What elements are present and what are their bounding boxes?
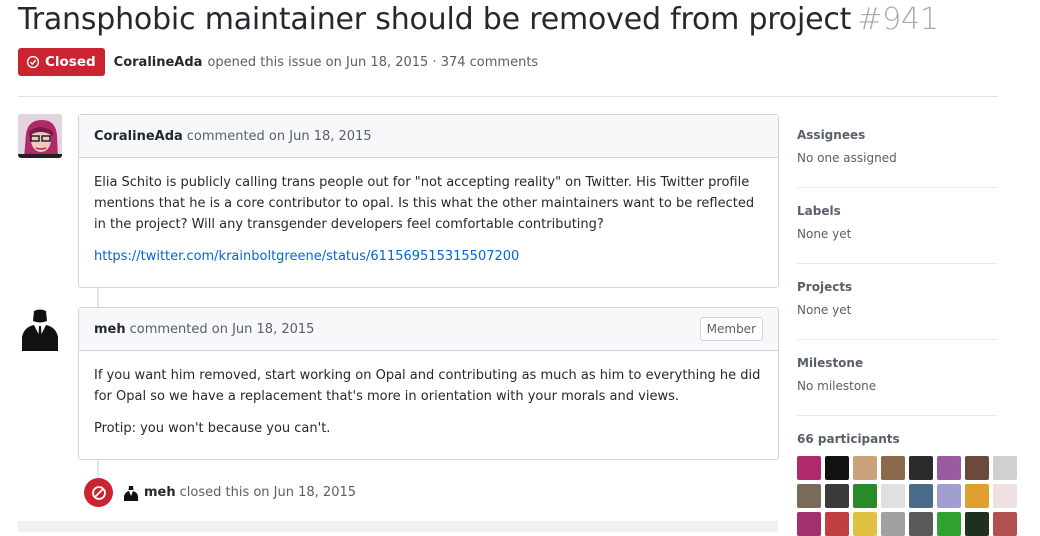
- participant-avatar[interactable]: [825, 484, 849, 508]
- sidebar-assignees[interactable]: Assignees No one assigned: [797, 128, 998, 188]
- participant-avatars: [797, 456, 1017, 536]
- participant-avatar[interactable]: [853, 456, 877, 480]
- issue-sidebar: Assignees No one assigned Labels None ye…: [797, 128, 1017, 536]
- participant-avatar[interactable]: [881, 512, 905, 536]
- comment-paragraph: Protip: you won't because you can't.: [94, 421, 331, 436]
- issue-author-link[interactable]: CoralineAda: [114, 55, 203, 70]
- participant-avatar[interactable]: [825, 512, 849, 536]
- issue-title-text: Transphobic maintainer should be removed…: [18, 2, 852, 37]
- comment-2: meh commented on Jun 18, 2015 Member If …: [78, 307, 779, 460]
- comment-body: If you want him removed, start working o…: [79, 351, 778, 460]
- closed-event: meh closed this on Jun 18, 2015: [84, 478, 356, 507]
- comment-author-link[interactable]: meh: [94, 322, 126, 337]
- participant-avatar[interactable]: [965, 512, 989, 536]
- sidebar-milestone-value: No milestone: [797, 379, 877, 393]
- comment-timestamp[interactable]: commented on Jun 18, 2015: [187, 129, 372, 144]
- sidebar-participants-title: 66 participants: [797, 432, 900, 446]
- sidebar-projects-title: Projects: [797, 280, 853, 294]
- sidebar-projects-value: None yet: [797, 303, 852, 317]
- header-divider: [18, 96, 998, 97]
- timeline-connector: [97, 288, 99, 307]
- avatar-meh[interactable]: [18, 307, 62, 351]
- state-badge: Closed: [18, 48, 105, 76]
- timeline-footer-bar: [18, 521, 778, 532]
- timeline-connector: [97, 459, 99, 479]
- issue-title: Transphobic maintainer should be removed…: [18, 2, 939, 37]
- participant-avatar[interactable]: [825, 456, 849, 480]
- participant-avatar[interactable]: [937, 512, 961, 536]
- event-actor-link[interactable]: meh: [144, 485, 176, 500]
- sidebar-milestone[interactable]: Milestone No milestone: [797, 356, 998, 416]
- participant-avatar[interactable]: [993, 484, 1017, 508]
- participant-avatar[interactable]: [909, 512, 933, 536]
- comment-header: meh commented on Jun 18, 2015 Member: [79, 308, 778, 351]
- participant-avatar[interactable]: [965, 484, 989, 508]
- participant-avatar[interactable]: [797, 484, 821, 508]
- comment-header: CoralineAda commented on Jun 18, 2015: [79, 115, 778, 158]
- closed-event-badge: [84, 478, 113, 507]
- comment-body: Elia Schito is publicly calling trans pe…: [79, 158, 778, 288]
- issue-meta: Closed CoralineAda opened this issue on …: [18, 48, 538, 76]
- comment-paragraph: If you want him removed, start working o…: [94, 368, 761, 404]
- sidebar-labels[interactable]: Labels None yet: [797, 204, 998, 264]
- participant-avatar[interactable]: [853, 512, 877, 536]
- participant-avatar[interactable]: [993, 456, 1017, 480]
- participant-avatar[interactable]: [909, 484, 933, 508]
- participant-avatar[interactable]: [853, 484, 877, 508]
- comment-timestamp[interactable]: commented on Jun 18, 2015: [130, 322, 315, 337]
- sidebar-labels-value: None yet: [797, 227, 852, 241]
- sidebar-labels-title: Labels: [797, 204, 841, 218]
- participant-avatar[interactable]: [937, 456, 961, 480]
- issue-meta-text: opened this issue on Jun 18, 2015 · 374 …: [207, 54, 539, 70]
- closed-issue-icon: [26, 55, 40, 69]
- participant-avatar[interactable]: [881, 456, 905, 480]
- participant-avatar[interactable]: [965, 456, 989, 480]
- comment-1: CoralineAda commented on Jun 18, 2015 El…: [78, 114, 779, 288]
- avatar-coralineada[interactable]: [18, 114, 62, 158]
- participant-avatar[interactable]: [993, 512, 1017, 536]
- sidebar-assignees-value: No one assigned: [797, 151, 897, 165]
- participant-avatar[interactable]: [909, 456, 933, 480]
- member-badge: Member: [699, 317, 763, 341]
- blocked-icon: [91, 485, 106, 500]
- participant-avatar[interactable]: [937, 484, 961, 508]
- sidebar-milestone-title: Milestone: [797, 356, 864, 370]
- participant-avatar[interactable]: [797, 456, 821, 480]
- tweet-link[interactable]: https://twitter.com/krainboltgreene/stat…: [94, 249, 519, 264]
- comment-author-link[interactable]: CoralineAda: [94, 129, 183, 144]
- sidebar-assignees-title: Assignees: [797, 128, 866, 142]
- issue-number: #941: [857, 2, 939, 37]
- event-text: closed this on Jun 18, 2015: [179, 485, 357, 500]
- participant-avatar[interactable]: [881, 484, 905, 508]
- sidebar-projects[interactable]: Projects None yet: [797, 280, 998, 340]
- sidebar-participants: 66 participants: [797, 432, 1017, 536]
- state-label: Closed: [45, 54, 96, 70]
- avatar-meh-small[interactable]: [123, 484, 139, 501]
- participant-avatar[interactable]: [797, 512, 821, 536]
- comment-paragraph: Elia Schito is publicly calling trans pe…: [94, 175, 755, 232]
